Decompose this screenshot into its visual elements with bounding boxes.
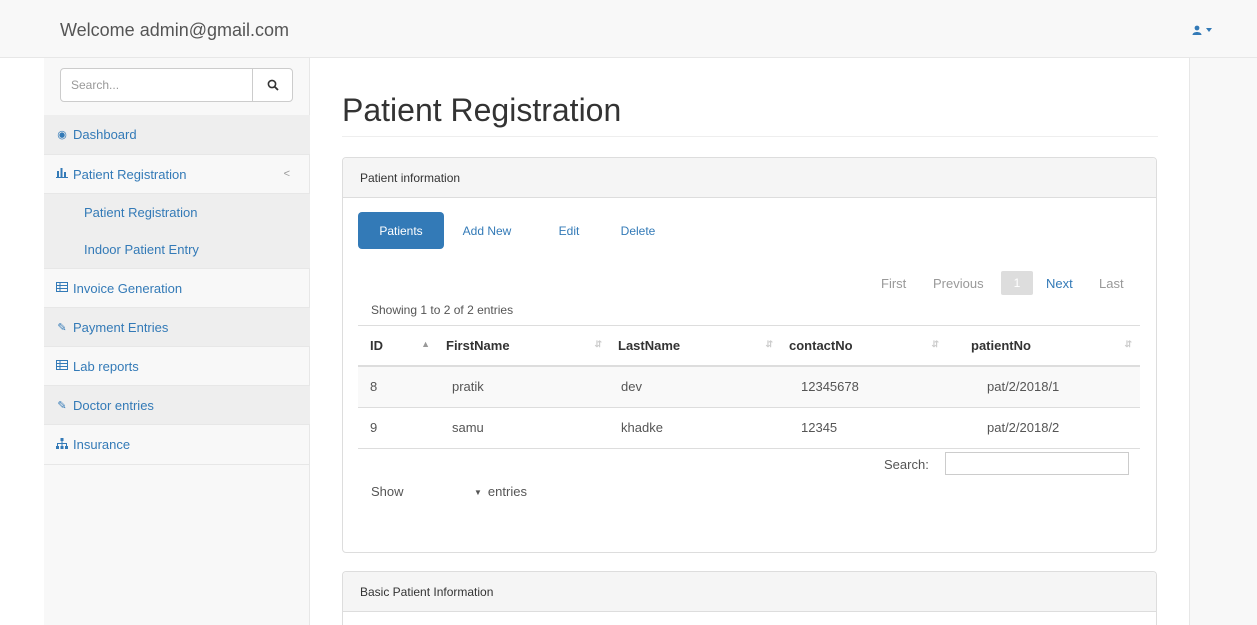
column-header-lastname[interactable]: LastName ⇵ bbox=[610, 325, 781, 367]
column-header-id[interactable]: ID ▲ bbox=[358, 325, 438, 367]
right-gutter bbox=[1189, 58, 1257, 625]
sidebar-search bbox=[60, 68, 293, 102]
dashboard-icon: ◉ bbox=[57, 129, 67, 141]
sitemap-icon bbox=[55, 437, 69, 452]
sidebar-item-label: Lab reports bbox=[73, 358, 139, 374]
table-icon bbox=[55, 359, 69, 373]
cell-firstname: samu bbox=[438, 407, 610, 449]
sidebar-item-label: Doctor entries bbox=[73, 397, 154, 413]
sidebar-item-payment-entries[interactable]: ✎ Payment Entries bbox=[44, 308, 310, 347]
cell-contactno: 12345 bbox=[781, 407, 947, 449]
chevron-down-icon bbox=[1206, 28, 1212, 33]
table-info-text: Showing 1 to 2 of 2 entries bbox=[371, 303, 514, 317]
search-icon bbox=[267, 79, 279, 91]
sort-asc-icon: ▲ bbox=[421, 339, 430, 349]
sidebar-item-label: Invoice Generation bbox=[73, 280, 183, 296]
table-search-input[interactable] bbox=[945, 452, 1129, 475]
top-navbar: Welcome admin@gmail.com bbox=[0, 0, 1257, 58]
user-icon bbox=[1192, 25, 1202, 36]
table-icon bbox=[55, 281, 69, 295]
chevron-left-icon: < bbox=[283, 168, 290, 180]
bar-chart-icon bbox=[55, 167, 69, 181]
column-header-contactno[interactable]: contactNo ⇵ bbox=[781, 325, 947, 367]
cell-lastname: khadke bbox=[610, 407, 781, 449]
title-divider bbox=[342, 136, 1158, 137]
tab-patients[interactable]: Patients bbox=[358, 212, 444, 249]
entries-length-select[interactable]: ▼ entries bbox=[474, 484, 527, 499]
patients-table: ID ▲ FirstName ⇵ LastName ⇵ contactNo ⇵ pati… bbox=[358, 325, 1140, 449]
table-row[interactable]: 8 pratik dev 12345678 pat/2/2018/1 bbox=[358, 365, 1140, 408]
sidebar-item-patient-registration[interactable]: Patient Registration < bbox=[44, 155, 310, 194]
edit-icon: ✎ bbox=[57, 321, 67, 334]
table-search-label: Search: bbox=[884, 457, 929, 472]
pagination-next[interactable]: Next bbox=[1046, 276, 1073, 291]
left-gutter bbox=[0, 58, 10, 625]
sidebar-item-insurance[interactable]: Insurance bbox=[44, 425, 310, 465]
sidebar-item-invoice-generation[interactable]: Invoice Generation bbox=[44, 269, 310, 308]
cell-lastname: dev bbox=[610, 365, 781, 408]
tab-add-new[interactable]: Add New bbox=[452, 212, 522, 249]
cell-firstname: pratik bbox=[438, 365, 610, 408]
sidebar-item-label: Payment Entries bbox=[73, 319, 169, 335]
sidebar: ◉ Dashboard Patient Registration < Patie… bbox=[44, 58, 310, 625]
sidebar-item-doctor-entries[interactable]: ✎ Doctor entries bbox=[44, 386, 310, 425]
panel-heading: Patient information bbox=[343, 158, 1156, 198]
edit-icon: ✎ bbox=[57, 399, 67, 412]
sort-icon: ⇵ bbox=[765, 339, 773, 349]
sidebar-item-label: Insurance bbox=[73, 437, 131, 452]
tab-edit[interactable]: Edit bbox=[545, 212, 593, 249]
cell-patientno: pat/2/2018/2 bbox=[947, 407, 1140, 449]
sort-icon: ⇵ bbox=[1124, 339, 1132, 349]
sidebar-item-lab-reports[interactable]: Lab reports bbox=[44, 347, 310, 386]
sidebar-subitem-label: Indoor Patient Entry bbox=[84, 242, 199, 257]
sidebar-subitem-indoor-patient-entry[interactable]: Indoor Patient Entry bbox=[44, 231, 310, 269]
table-header-row: ID ▲ FirstName ⇵ LastName ⇵ contactNo ⇵ pati… bbox=[358, 325, 1140, 367]
sidebar-search-button[interactable] bbox=[252, 68, 293, 102]
pagination-last[interactable]: Last bbox=[1099, 276, 1124, 291]
sidebar-item-dashboard[interactable]: ◉ Dashboard bbox=[44, 115, 310, 155]
cell-id: 8 bbox=[358, 365, 438, 408]
entries-label: entries bbox=[487, 484, 527, 499]
sort-icon: ⇵ bbox=[931, 339, 939, 349]
welcome-text: Welcome admin@gmail.com bbox=[60, 20, 290, 40]
user-menu-button[interactable] bbox=[1192, 24, 1212, 36]
sidebar-subitem-patient-registration[interactable]: Patient Registration bbox=[44, 194, 310, 231]
column-header-patientno[interactable]: patientNo ⇵ bbox=[947, 325, 1140, 367]
sidebar-item-label: Patient Registration bbox=[73, 166, 187, 182]
panel-heading: Basic Patient Information bbox=[343, 572, 1156, 612]
pagination-first[interactable]: First bbox=[881, 276, 906, 291]
table-row[interactable]: 9 samu khadke 12345 pat/2/2018/2 bbox=[358, 407, 1140, 449]
tab-delete[interactable]: Delete bbox=[606, 212, 670, 249]
sort-icon: ⇵ bbox=[594, 339, 602, 349]
page-title: Patient Registration bbox=[342, 92, 622, 128]
sidebar-subitem-label: Patient Registration bbox=[84, 205, 198, 220]
sidebar-search-input[interactable] bbox=[60, 68, 253, 102]
sidebar-item-label: Dashboard bbox=[73, 127, 137, 142]
cell-patientno: pat/2/2018/1 bbox=[947, 365, 1140, 408]
column-header-firstname[interactable]: FirstName ⇵ bbox=[438, 325, 610, 367]
pagination-current-page[interactable]: 1 bbox=[1001, 271, 1033, 295]
cell-id: 9 bbox=[358, 407, 438, 449]
basic-patient-information-panel: Basic Patient Information bbox=[342, 571, 1157, 625]
chevron-down-icon: ▼ bbox=[474, 488, 482, 498]
cell-contactno: 12345678 bbox=[781, 365, 947, 408]
show-entries-label: Show bbox=[371, 484, 404, 499]
pagination-previous[interactable]: Previous bbox=[933, 276, 984, 291]
